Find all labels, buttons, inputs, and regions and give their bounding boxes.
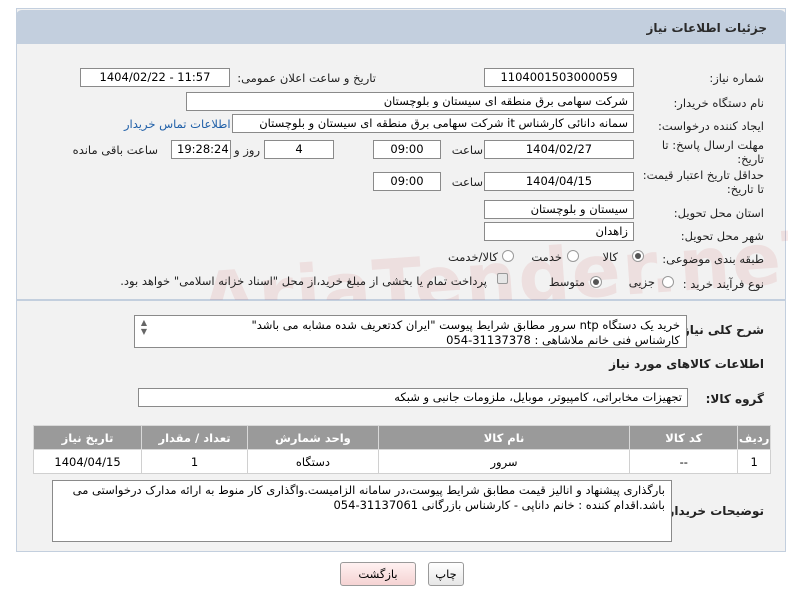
- cell-need-date: 1404/04/15: [32, 449, 143, 474]
- col-unit: واحد شمارش: [246, 425, 379, 450]
- purchase-option-medium: متوسط: [548, 275, 585, 289]
- announce-label: تاریخ و ساعت اعلان عمومی:: [237, 71, 376, 85]
- purchase-option-minor: جزیی: [628, 275, 655, 289]
- city-field: زاهدان: [484, 222, 634, 241]
- province-field: سیستان و بلوچستان: [484, 200, 634, 219]
- cell-name: سرور: [377, 449, 631, 474]
- goods-group-label: گروه کالا:: [705, 392, 764, 406]
- table-row: 1 -- سرور دستگاه 1 1404/04/15: [32, 449, 771, 474]
- days-remaining-field: 4: [264, 140, 334, 159]
- print-button[interactable]: چاپ: [428, 562, 464, 586]
- goods-group-field: تجهیزات مخابراتی، کامپیوتر، موبایل، ملزو…: [138, 388, 688, 407]
- remaining-label: ساعت باقی مانده: [72, 143, 158, 157]
- city-label: شهر محل تحویل:: [680, 229, 764, 243]
- buyer-org-field: شرکت سهامی برق منطقه ای سیستان و بلوچستا…: [186, 92, 634, 111]
- col-quantity: تعداد / مقدار: [141, 425, 248, 450]
- description-textarea[interactable]: خرید یک دستگاه ntp سرور مطابق شرایط پیوس…: [134, 315, 687, 348]
- deadline-date-field: 1404/02/27: [484, 140, 634, 159]
- buyer-org-label: نام دستگاه خریدار:: [673, 96, 764, 110]
- description-scroll-arrows[interactable]: ▲ ▼: [138, 318, 150, 338]
- validity-time-label: ساعت: [451, 175, 483, 189]
- creator-label: ایجاد کننده درخواست:: [658, 119, 764, 133]
- col-row: ردیف: [737, 425, 771, 450]
- validity-label-2: تا تاریخ:: [726, 182, 764, 196]
- category-radio-goods-service[interactable]: [502, 250, 514, 262]
- col-need-date: تاریخ نیاز: [32, 425, 143, 450]
- province-label: استان محل تحویل:: [673, 206, 764, 220]
- validity-date-field: 1404/04/15: [484, 172, 634, 191]
- category-label: طبقه بندی موضوعی:: [662, 252, 764, 266]
- buyer-notes-textarea[interactable]: بارگذاری پیشنهاد و انالیز قیمت مطابق شرا…: [52, 480, 672, 542]
- treasury-payment-checkbox[interactable]: [497, 273, 508, 284]
- deadline-label: مهلت ارسال پاسخ: تا: [661, 138, 764, 152]
- back-button[interactable]: بازگشت: [340, 562, 416, 586]
- goods-table: ردیف کد کالا نام کالا واحد شمارش تعداد /…: [32, 425, 771, 474]
- purchase-radio-minor[interactable]: [662, 276, 674, 288]
- purchase-radio-medium[interactable]: [590, 276, 602, 288]
- cell-row: 1: [737, 449, 771, 474]
- col-name: نام کالا: [377, 425, 631, 450]
- category-radio-goods[interactable]: [632, 250, 644, 262]
- treasury-payment-note: پرداخت تمام یا بخشی از مبلغ خرید،از محل …: [120, 274, 487, 288]
- buyer-notes-label: توضیحات خریدار:: [662, 504, 764, 518]
- description-label: شرح کلی نیاز:: [678, 323, 764, 337]
- cell-code: --: [629, 449, 739, 474]
- col-code: کد کالا: [629, 425, 739, 450]
- deadline-time-field: 09:00: [373, 140, 441, 159]
- deadline-time-label: ساعت: [451, 143, 483, 157]
- category-option-goods: کالا: [602, 250, 618, 264]
- cell-unit: دستگاه: [246, 449, 379, 474]
- goods-section-title: اطلاعات کالاهای مورد نیاز: [609, 357, 764, 371]
- panel-header: جزئیات اطلاعات نیاز: [16, 10, 786, 44]
- announce-field: 1404/02/22 - 11:57: [80, 68, 230, 87]
- validity-label: حداقل تاریخ اعتبار قیمت:: [642, 168, 764, 182]
- need-number-field: 1104001503000059: [484, 68, 634, 87]
- validity-time-field: 09:00: [373, 172, 441, 191]
- days-label: روز و: [234, 143, 260, 157]
- deadline-label-2: تاریخ:: [737, 152, 764, 166]
- need-number-label: شماره نیاز:: [709, 71, 764, 85]
- buyer-contact-link[interactable]: اطلاعات تماس خریدار: [124, 117, 231, 131]
- category-option-goods-service: کالا/خدمت: [447, 250, 498, 264]
- category-radio-service[interactable]: [567, 250, 579, 262]
- page-title: جزئیات اطلاعات نیاز: [646, 21, 767, 35]
- purchase-process-label: نوع فرآیند خرید :: [682, 277, 764, 291]
- category-option-service: خدمت: [531, 250, 562, 264]
- cell-quantity: 1: [141, 449, 248, 474]
- remaining-time-field: 19:28:24: [171, 140, 231, 159]
- goods-table-header: ردیف کد کالا نام کالا واحد شمارش تعداد /…: [32, 425, 771, 450]
- creator-field: سمانه دانائی کارشناس it شرکت سهامی برق م…: [232, 114, 634, 133]
